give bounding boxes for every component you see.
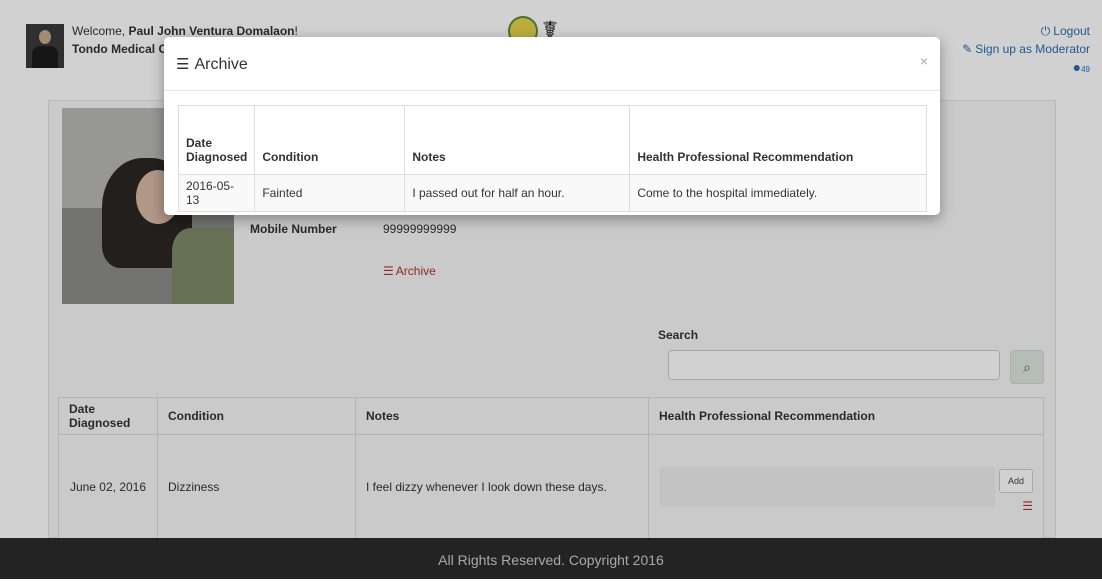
table-header-row: Date Diagnosed Condition Notes Health Pr…: [177, 105, 927, 175]
condition-cell: Fainted: [254, 174, 406, 212]
date-cell: 2016-05-13: [177, 174, 256, 212]
column-header: Date Diagnosed: [177, 105, 256, 175]
archive-icon: ☰: [176, 56, 190, 73]
column-header: Notes: [404, 105, 631, 175]
archive-modal: ☰ Archive × Date Diagnosed Condition Note…: [164, 37, 940, 215]
notes-cell: I passed out for half an hour.: [404, 174, 631, 212]
modal-title-text: Archive: [194, 56, 248, 73]
archive-table: Date Diagnosed Condition Notes Health Pr…: [177, 105, 927, 212]
column-header: Condition: [254, 105, 406, 175]
table-row: 2016-05-13 Fainted I passed out for half…: [177, 174, 927, 212]
modal-title: ☰ Archive: [176, 55, 248, 74]
recommendation-cell: Come to the hospital immediately.: [629, 174, 927, 212]
close-icon[interactable]: ×: [920, 53, 928, 69]
column-header: Health Professional Recommendation: [629, 105, 927, 175]
modal-header: ☰ Archive ×: [164, 37, 940, 91]
